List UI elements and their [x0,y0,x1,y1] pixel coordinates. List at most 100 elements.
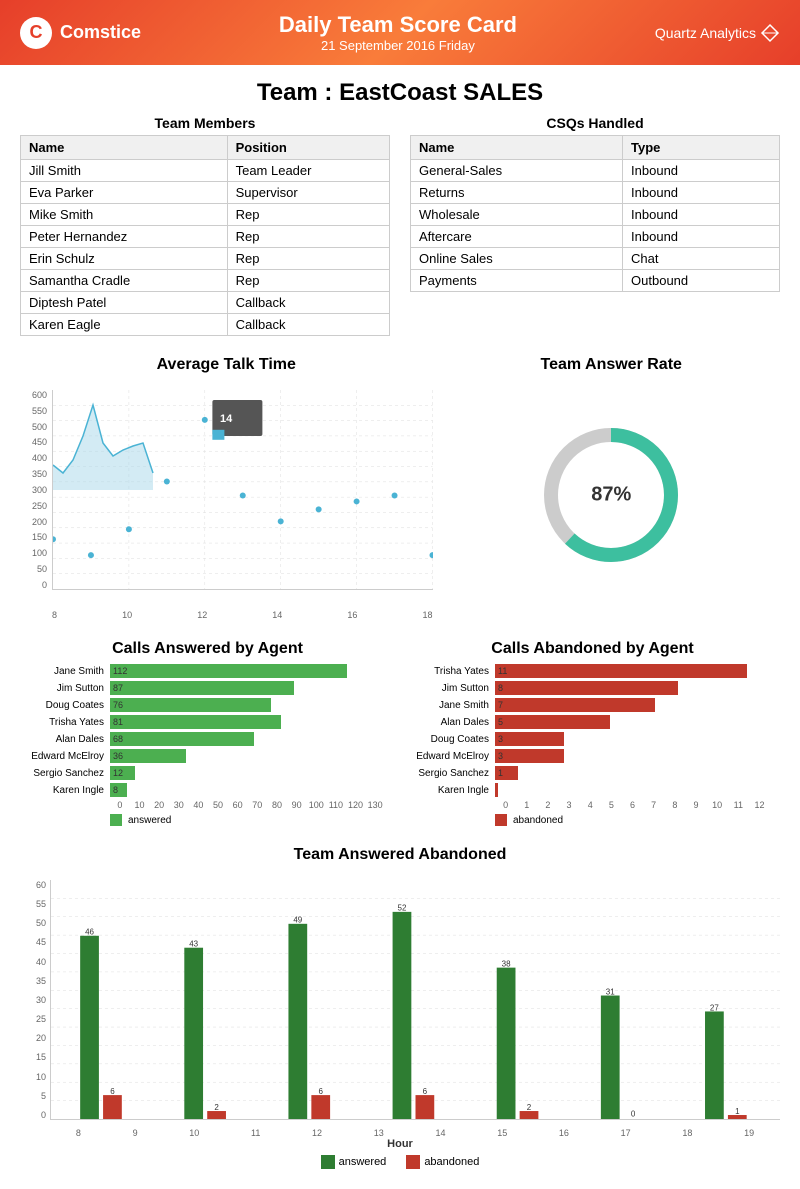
bar-fill: 12 [110,766,135,780]
svg-text:46: 46 [85,928,94,937]
team-members-heading: Team Members [20,115,390,131]
table-cell: Rep [227,226,389,248]
svg-text:31: 31 [606,987,615,996]
logo: C Comstice [20,17,141,49]
table-cell: Inbound [623,160,780,182]
table-cell: Rep [227,248,389,270]
table-row: Eva ParkerSupervisor [21,182,390,204]
table-cell: Jill Smith [21,160,228,182]
svg-text:6: 6 [110,1087,115,1096]
h-bar-row: Karen Ingle8 [20,783,385,797]
agent-name: Jim Sutton [20,683,110,694]
table-cell: Chat [623,248,780,270]
bar-track: 11 [495,664,770,678]
table-cell: Inbound [623,182,780,204]
table-row: Erin SchulzRep [21,248,390,270]
bar-track [495,783,770,797]
h-bar-row: Edward McElroy3 [405,749,770,763]
donut-label: 87% [591,484,631,507]
bar-track: 68 [110,732,385,746]
logo-text: Comstice [60,22,141,43]
table-cell: Online Sales [411,248,623,270]
bar-track: 7 [495,698,770,712]
svg-text:6: 6 [423,1087,428,1096]
h-bar-row: Trisha Yates11 [405,664,770,678]
abandoned-bar [103,1095,122,1119]
bottom-chart-section: Team Answered Abandoned 0510152025303540… [0,836,800,1189]
h-bar-chart: Jane Smith112Jim Sutton87Doug Coates76Tr… [20,664,385,826]
calls-answered-title: Calls Answered by Agent [20,640,395,658]
brand: Quartz Analytics [655,23,780,43]
h-bar-row: Jane Smith112 [20,664,385,678]
line-chart-svg: 14 data1 240 [53,390,433,589]
bar-track: 76 [110,698,385,712]
h-bar-row: Jim Sutton87 [20,681,385,695]
bar-track: 1 [495,766,770,780]
bar-fill: 8 [495,681,678,695]
agent-name: Sergio Sanchez [20,768,110,779]
subtitle: 21 September 2016 Friday [279,38,517,53]
legend-label: answered [128,815,171,826]
h-bar-row: Jim Sutton8 [405,681,770,695]
abandoned-bar [311,1095,330,1119]
h-bar-row: Doug Coates3 [405,732,770,746]
bar-track: 8 [110,783,385,797]
bar-fill: 81 [110,715,281,729]
answered-bar [80,936,99,1119]
agent-name: Trisha Yates [20,717,110,728]
x-axis: 0102030405060708090100110120130 [110,800,385,810]
table-row: Mike SmithRep [21,204,390,226]
table-cell: Erin Schulz [21,248,228,270]
bar-track: 81 [110,715,385,729]
h-bar-row: Alan Dales68 [20,732,385,746]
bar-fill: 36 [110,749,186,763]
csqs-block: CSQs Handled Name Type General-SalesInbo… [410,115,780,336]
table-cell: Returns [411,182,623,204]
table-cell: Inbound [623,204,780,226]
bar-fill: 3 [495,732,564,746]
bar-track: 12 [110,766,385,780]
h-bar-chart: Trisha Yates11Jim Sutton8Jane Smith7Alan… [405,664,770,826]
brand-text: Quartz Analytics [655,25,756,41]
bar-track: 3 [495,732,770,746]
svg-text:43: 43 [189,940,198,949]
svg-text:2: 2 [214,1103,219,1112]
col-name: Name [21,136,228,160]
table-row: Diptesh PatelCallback [21,292,390,314]
agent-name: Jane Smith [20,666,110,677]
bar-fill: 112 [110,664,347,678]
legend: answered [110,814,385,826]
svg-text:data1 240: data1 240 [266,440,306,450]
agent-name: Jane Smith [405,700,495,711]
bar-fill: 11 [495,664,747,678]
calls-answered-block: Calls Answered by Agent Jane Smith112Jim… [20,640,395,826]
bar-fill: 8 [110,783,127,797]
table-row: Online SalesChat [411,248,780,270]
svg-text:1: 1 [735,1107,740,1116]
header-title: Daily Team Score Card 21 September 2016 … [279,12,517,53]
calls-abandoned-title: Calls Abandoned by Agent [405,640,780,658]
agent-name: Karen Ingle [405,785,495,796]
svg-text:0: 0 [631,1110,636,1119]
h-bar-row: Trisha Yates81 [20,715,385,729]
col-csq-name: Name [411,136,623,160]
bar-fill: 3 [495,749,564,763]
y-axis: 051015202530354045505560 [20,880,48,1120]
x-axis-title: Hour [387,1138,413,1150]
team-title: Team : EastCoast SALES [0,65,800,115]
bottom-chart-legend: answered abandoned [20,1155,780,1169]
charts-row-1: Average Talk Time 0501001502002503003504… [0,346,800,630]
csqs-table: Name Type General-SalesInboundReturnsInb… [410,135,780,292]
bar-fill: 87 [110,681,294,695]
abandoned-legend-label: abandoned [424,1156,479,1168]
bar-fill: 1 [495,766,518,780]
legend: abandoned [495,814,770,826]
bottom-chart-svg: 466432496526382310271 [51,880,780,1119]
h-bar-row: Sergio Sanchez1 [405,766,770,780]
calls-abandoned-block: Calls Abandoned by Agent Trisha Yates11 J… [405,640,780,826]
header: C Comstice Daily Team Score Card 21 Sept… [0,0,800,65]
legend-label: abandoned [513,815,563,826]
col-csq-type: Type [623,136,780,160]
tables-section: Team Members Name Position Jill SmithTea… [0,115,800,346]
agent-name: Sergio Sanchez [405,768,495,779]
